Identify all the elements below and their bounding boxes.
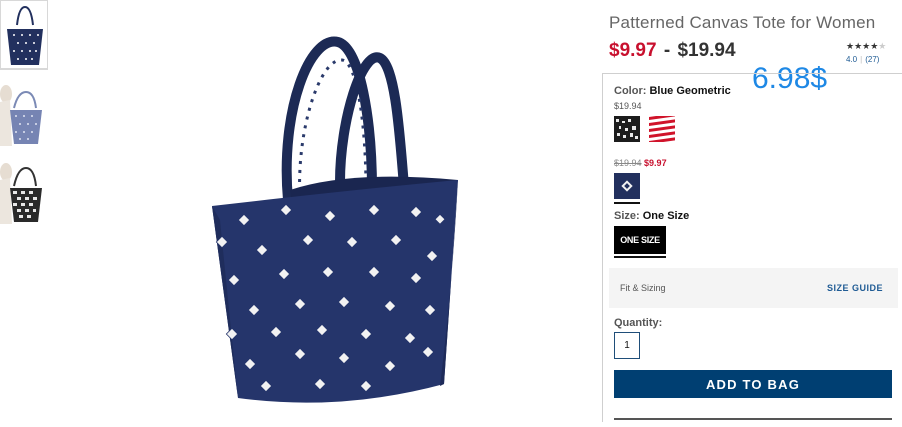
star-rating-icon: ★★★★★: [846, 41, 886, 51]
selected-size: One Size: [642, 210, 690, 222]
thumbnail-model-pattern-tote[interactable]: [0, 160, 48, 230]
divider: [614, 418, 892, 420]
size-label: Size: One Size: [614, 210, 690, 222]
rating-meta: 4.0 | (27): [846, 55, 880, 64]
new-price: $9.97: [644, 158, 667, 168]
rating-score: 4.0: [846, 55, 858, 64]
thumbnail-blue-tote[interactable]: [0, 0, 48, 70]
color-label: Color: Blue Geometric: [614, 85, 731, 97]
quantity-input[interactable]: 1: [614, 332, 640, 359]
selected-color: Blue Geometric: [649, 85, 731, 97]
swatch-black-pattern[interactable]: [614, 116, 640, 142]
thumbnail-model-blue-tote[interactable]: [0, 82, 48, 152]
stars-filled: ★★★★: [846, 41, 879, 51]
old-price: $19.94: [614, 158, 642, 168]
swatch-selected-indicator: [614, 202, 640, 204]
fit-sizing-label: Fit & Sizing: [620, 283, 666, 293]
fit-sizing-bar: Fit & Sizing SIZE GUIDE: [609, 268, 898, 308]
product-title: Patterned Canvas Tote for Women: [609, 13, 876, 32]
add-to-bag-button[interactable]: ADD TO BAG: [614, 370, 892, 398]
size-selected-indicator: [614, 256, 666, 258]
rating[interactable]: ★★★★★ 4.0 | (27): [846, 41, 886, 64]
quantity-label: Quantity:: [614, 317, 663, 329]
price-separator: -: [663, 40, 671, 61]
sale-price: $9.97: [609, 40, 657, 61]
size-guide-link[interactable]: SIZE GUIDE: [827, 283, 883, 293]
regular-price: $19.94: [677, 40, 736, 61]
swatch-blue-geometric[interactable]: [614, 173, 640, 199]
price-row: $9.97 - $19.94: [609, 40, 736, 62]
stars-empty: ★: [878, 41, 887, 51]
review-count[interactable]: (27): [865, 55, 879, 64]
size-option-one-size[interactable]: ONE SIZE: [614, 226, 666, 254]
product-image: [200, 30, 470, 422]
color-group2-price: $19.94 $9.97: [614, 158, 667, 168]
swatch-red-stripes[interactable]: [649, 113, 675, 144]
color-group1-price: $19.94: [614, 101, 642, 111]
